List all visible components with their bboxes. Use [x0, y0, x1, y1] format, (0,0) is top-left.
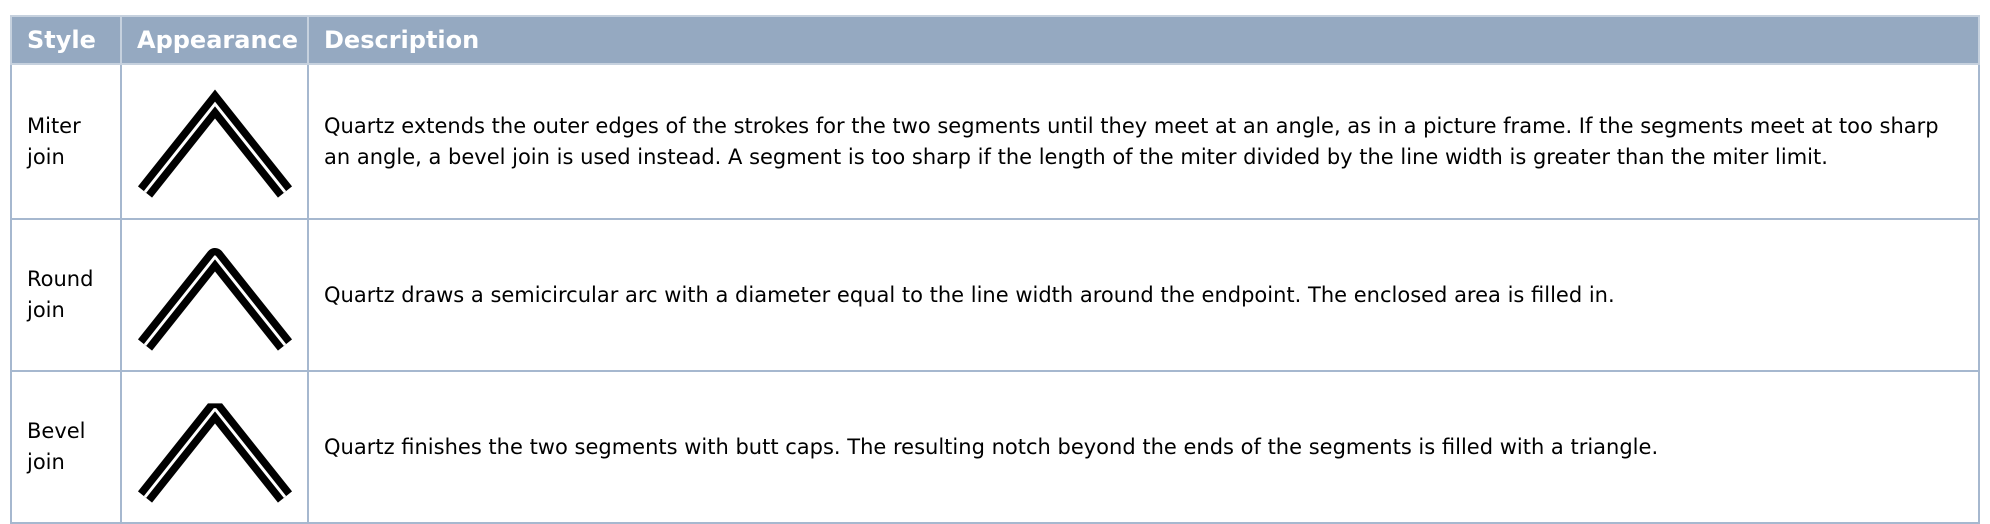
header-description: Description	[307, 15, 1980, 65]
bevel-join-illustration	[137, 403, 292, 503]
style-cell: Miter join	[10, 63, 122, 220]
style-cell: Bevel join	[10, 370, 122, 524]
description-cell: Quartz draws a semicircular arc with a d…	[307, 218, 1980, 372]
table-row: Round join Quartz draws a semicircular a…	[10, 218, 1980, 372]
appearance-cell	[120, 63, 309, 220]
description-cell: Quartz extends the outer edges of the st…	[307, 63, 1980, 220]
style-cell: Round join	[10, 218, 122, 372]
round-join-illustration	[137, 248, 292, 351]
table-row: Miter join Quartz extends the outer edge…	[10, 63, 1980, 220]
line-join-table: Style Appearance Description Miter join …	[10, 15, 1980, 524]
description-cell: Quartz finishes the two segments with bu…	[307, 370, 1980, 524]
appearance-cell	[120, 370, 309, 524]
table-row: Bevel join Quartz finishes the two segme…	[10, 370, 1980, 524]
appearance-cell	[120, 218, 309, 372]
line-join-table-container: Style Appearance Description Miter join …	[10, 15, 1980, 524]
miter-join-illustration	[137, 89, 292, 198]
header-style: Style	[10, 15, 122, 65]
header-appearance: Appearance	[120, 15, 309, 65]
table-header-row: Style Appearance Description	[10, 15, 1980, 65]
